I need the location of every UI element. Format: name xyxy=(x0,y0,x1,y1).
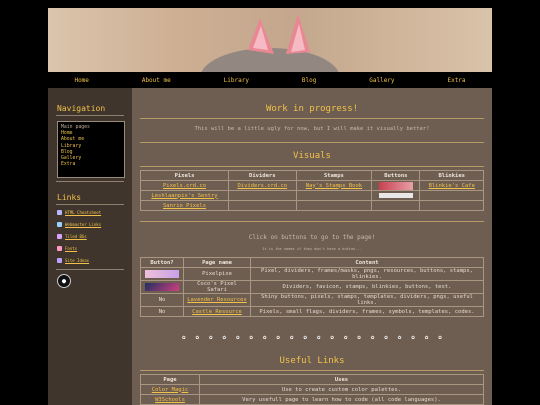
table-row: Pixelpixe Pixel, dividers, frames/masks,… xyxy=(140,267,484,281)
link-sanrio[interactable]: Sanrio Pixels xyxy=(163,203,206,209)
divider xyxy=(140,142,484,143)
uses-cell: Use to create custom color palettes. xyxy=(199,384,484,395)
banner-art xyxy=(48,8,492,72)
page-wrapper: Home About me Library Blog Gallery Extra… xyxy=(48,8,492,405)
link-w3schools[interactable]: W3Schools xyxy=(155,397,185,403)
content-cell: Dividers, favicon, stamps, blinkies, but… xyxy=(250,280,484,294)
content-cell: Pixel, dividers, frames/masks, pngs, res… xyxy=(250,267,484,281)
content-cell: Pixels, small flags, dividers, frames, s… xyxy=(250,306,484,317)
link-item[interactable]: Fonts xyxy=(57,246,77,251)
useful-links-title: Useful Links xyxy=(279,356,345,366)
link-tiled-bgs[interactable]: Tiled BGs xyxy=(65,234,87,239)
uses-cell: Very usefull page to learn how to code (… xyxy=(199,394,484,405)
link-lavender[interactable]: Lavender Resources xyxy=(187,297,247,303)
table-row: No Castle Resource Pixels, small flags, … xyxy=(140,306,484,317)
link-site-ideas[interactable]: Site Ideas xyxy=(65,258,89,263)
intro-text: This will be a little ugly for now, but … xyxy=(194,126,430,132)
nav-gallery[interactable]: Gallery xyxy=(369,77,394,84)
nav-library[interactable]: Library xyxy=(224,77,249,84)
divider xyxy=(140,166,484,167)
sidebar-nav-title: Navigation xyxy=(57,104,106,113)
page-title: Work in progress! xyxy=(265,104,359,114)
link-blinkies-cafe[interactable]: Blinkie's Cafe xyxy=(429,183,475,189)
button-cell: No xyxy=(140,306,184,317)
nav-home[interactable]: Home xyxy=(74,77,88,84)
col-header: Stamps xyxy=(295,170,373,181)
col-header: Uses xyxy=(199,374,484,385)
link-item[interactable]: Tiled BGs xyxy=(57,234,87,239)
link-html-cheatsheet[interactable]: HTML Cheatsheet xyxy=(65,210,101,215)
bunny-divider-icon: ✿ ✿ ✿ ✿ ✿ ✿ ✿ ✿ ✿ ✿ ✿ ✿ ✿ ✿ ✿ ✿ ✿ ✿ ✿ ✿ xyxy=(182,334,442,341)
col-header: Button? xyxy=(140,257,184,268)
link-stamps-book[interactable]: Nay's Stamps Book xyxy=(306,183,362,189)
sidebar-menu: Main pages Home About me Library Blog Ga… xyxy=(57,121,125,178)
main-content: Work in progress! This will be a little … xyxy=(132,88,492,405)
divider xyxy=(56,115,124,116)
divider xyxy=(140,221,484,222)
link-item[interactable]: Site Ideas xyxy=(57,258,89,263)
nav-extra[interactable]: Extra xyxy=(447,77,465,84)
top-nav: Home About me Library Blog Gallery Extra xyxy=(48,72,492,88)
link-fonts[interactable]: Fonts xyxy=(65,246,77,251)
table-row: No Lavender Resources Shiny buttons, pix… xyxy=(140,293,484,307)
link-icon xyxy=(57,234,62,239)
table-row: Color Magic Use to create custom color p… xyxy=(140,384,484,395)
col-header: Blinkies xyxy=(419,170,484,181)
table-row: Coco's Pixel Safari Dividers, favicon, s… xyxy=(140,280,484,294)
visuals-table: Pixels Dividers Stamps Buttons Blinkies … xyxy=(139,170,484,211)
col-header: Pixels xyxy=(139,170,230,181)
link-castle[interactable]: Castle Resource xyxy=(192,309,242,315)
divider xyxy=(140,370,484,371)
table-row: Pixels.crd.co Dividers.crd.co Nay's Stam… xyxy=(139,180,484,191)
page-name: Coco's Pixel Safari xyxy=(183,280,251,294)
resources-table: Button? Page name Content Pixelpixe Pixe… xyxy=(140,257,484,317)
button-banner-image[interactable] xyxy=(145,270,179,278)
button-banner-image[interactable] xyxy=(378,181,413,190)
link-icon xyxy=(57,258,62,263)
col-header: Dividers xyxy=(228,170,297,181)
counter-badge-icon[interactable]: ● xyxy=(57,274,71,288)
col-header: Page name xyxy=(183,257,251,268)
table-row: Leshlaanpix's Sentry xyxy=(139,190,484,201)
sidebar: Navigation Main pages Home About me Libr… xyxy=(48,88,132,405)
click-note: Click on buttons to go to the page! xyxy=(248,234,376,241)
table-header-row: Pixels Dividers Stamps Buttons Blinkies xyxy=(139,170,484,181)
link-sentry[interactable]: Leshlaanpix's Sentry xyxy=(151,193,217,199)
nav-blog[interactable]: Blog xyxy=(302,77,316,84)
link-webmaster[interactable]: Webmaster Links xyxy=(65,222,101,227)
divider xyxy=(56,204,124,205)
button-banner-image[interactable] xyxy=(145,283,179,291)
link-icon xyxy=(57,246,62,251)
col-header: Buttons xyxy=(371,170,421,181)
divider xyxy=(56,269,124,270)
table-row: W3Schools Very usefull page to learn how… xyxy=(140,394,484,405)
divider xyxy=(140,118,484,119)
table-header-row: Page Uses xyxy=(140,374,484,385)
useful-links-table: Page Uses Color Magic Use to create cust… xyxy=(140,374,484,405)
link-icon xyxy=(57,210,62,215)
page-name: Pixelpixe xyxy=(183,267,251,281)
table-header-row: Button? Page name Content xyxy=(140,257,484,268)
header-banner xyxy=(48,8,492,72)
button-cell: No xyxy=(140,293,184,307)
content-cell: Shiny buttons, pixels, stamps, templates… xyxy=(250,293,484,307)
table-row: Sanrio Pixels xyxy=(139,200,484,211)
sidebar-links-title: Links xyxy=(57,193,82,202)
link-item[interactable]: Webmaster Links xyxy=(57,222,101,227)
link-pixels-crd[interactable]: Pixels.crd.co xyxy=(163,183,206,189)
col-header: Page xyxy=(140,374,200,385)
link-item[interactable]: HTML Cheatsheet xyxy=(57,210,101,215)
menu-item-extra[interactable]: Extra xyxy=(58,162,124,168)
link-color-magic[interactable]: Color Magic xyxy=(152,387,188,393)
nav-about[interactable]: About me xyxy=(142,77,171,84)
visuals-title: Visuals xyxy=(293,151,331,161)
link-dividers-crd[interactable]: Dividers.crd.co xyxy=(237,183,287,189)
col-header: Content xyxy=(250,257,484,268)
link-icon xyxy=(57,222,62,227)
divider xyxy=(56,181,124,182)
name-note: It is the names if they don't have a but… xyxy=(262,247,362,251)
button-banner-image[interactable] xyxy=(378,192,413,198)
